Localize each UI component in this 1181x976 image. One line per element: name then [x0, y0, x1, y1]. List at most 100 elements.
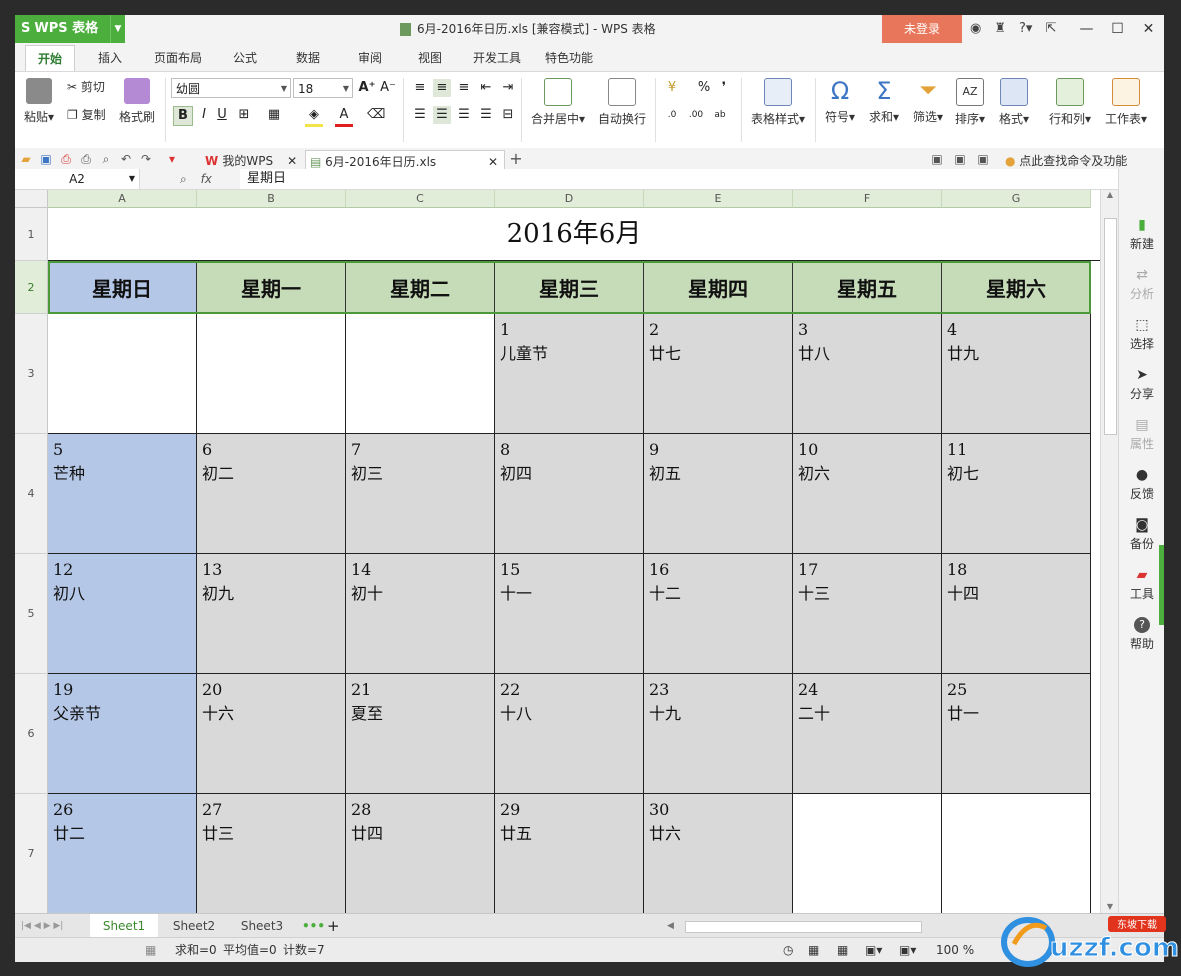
- fx-button[interactable]: fx: [201, 172, 212, 186]
- column-header-a[interactable]: A: [48, 190, 197, 208]
- chevron-down-icon[interactable]: ▼: [129, 169, 135, 189]
- tab-data[interactable]: 数据: [283, 45, 333, 71]
- calendar-day-cell[interactable]: 6 初二: [197, 434, 346, 554]
- formula-input[interactable]: 星期日: [247, 169, 286, 189]
- row-header-7[interactable]: 7: [15, 794, 48, 913]
- sidebar-item-tools[interactable]: ▰ 工具: [1119, 567, 1164, 602]
- format-painter-button[interactable]: 格式刷: [117, 76, 157, 125]
- calendar-day-cell[interactable]: 12 初八: [48, 554, 197, 674]
- tab-formula[interactable]: 公式: [220, 45, 270, 71]
- calendar-day-cell[interactable]: 28 廿四: [346, 794, 495, 913]
- save-icon[interactable]: ▣: [39, 152, 53, 166]
- align-left-icon[interactable]: ☰: [411, 106, 429, 124]
- calendar-day-cell[interactable]: [793, 794, 942, 913]
- calendar-day-cell[interactable]: [48, 314, 197, 434]
- calendar-day-cell[interactable]: 22 十八: [495, 674, 644, 794]
- scroll-thumb[interactable]: [1104, 218, 1117, 435]
- calendar-day-cell[interactable]: 26 廿二: [48, 794, 197, 913]
- italic-button[interactable]: I: [195, 106, 213, 124]
- cell-border-icon[interactable]: ▦: [265, 106, 283, 124]
- open-folder-icon[interactable]: ▰: [19, 152, 33, 166]
- new-tab-icon[interactable]: +: [509, 151, 523, 167]
- shirt-icon[interactable]: ♜: [994, 15, 1006, 43]
- wrap-text-button[interactable]: 自动换行: [595, 76, 649, 127]
- weekday-cell[interactable]: 星期二: [346, 261, 495, 314]
- percent-icon[interactable]: %: [695, 79, 713, 97]
- maximize-button[interactable]: ☐: [1102, 15, 1133, 43]
- weekday-cell[interactable]: 星期一: [197, 261, 346, 314]
- symbol-button[interactable]: Ω 符号▾: [823, 76, 857, 125]
- history-icon[interactable]: ◷: [783, 938, 793, 962]
- calendar-day-cell[interactable]: 24 二十: [793, 674, 942, 794]
- customize-icon[interactable]: ▾: [165, 152, 179, 166]
- row-header-4[interactable]: 4: [15, 434, 48, 554]
- close-button[interactable]: ✕: [1133, 15, 1164, 43]
- pdf-icon[interactable]: ⎙: [59, 152, 73, 166]
- calendar-day-cell[interactable]: 18 十四: [942, 554, 1091, 674]
- app-menu-button[interactable]: S WPS 表格 ▼: [15, 15, 125, 43]
- calendar-day-cell[interactable]: 1 儿童节: [495, 314, 644, 434]
- panel-icon[interactable]: ▣: [953, 152, 967, 166]
- undo-icon[interactable]: ↶: [119, 152, 133, 166]
- underline-button[interactable]: U: [213, 106, 231, 124]
- decrease-decimal-icon[interactable]: .00: [687, 106, 705, 124]
- sheet-tab-2[interactable]: Sheet2: [160, 914, 228, 938]
- align-bottom-icon[interactable]: ≡: [455, 79, 473, 97]
- more-sheets-icon[interactable]: •••: [302, 914, 325, 938]
- sidebar-collapse-handle[interactable]: [1159, 545, 1164, 625]
- sheet-nav-icon[interactable]: |◀ ◀ ▶ ▶|: [21, 914, 63, 938]
- align-middle-icon[interactable]: ≡: [433, 79, 451, 97]
- calendar-day-cell[interactable]: 27 廿三: [197, 794, 346, 913]
- distribute-icon[interactable]: ⊟: [499, 106, 517, 124]
- column-header-f[interactable]: F: [793, 190, 942, 208]
- column-header-b[interactable]: B: [197, 190, 346, 208]
- worksheet-button[interactable]: 工作表▾: [1103, 76, 1149, 127]
- row-header-5[interactable]: 5: [15, 554, 48, 674]
- calendar-day-cell[interactable]: 25 廿一: [942, 674, 1091, 794]
- tab-insert[interactable]: 插入: [85, 45, 135, 71]
- calendar-day-cell[interactable]: 8 初四: [495, 434, 644, 554]
- weekday-cell[interactable]: 星期四: [644, 261, 793, 314]
- calendar-title[interactable]: 2016年6月: [48, 208, 1100, 261]
- table-style-button[interactable]: 表格样式▾: [747, 76, 809, 127]
- normal-view-icon[interactable]: ▦: [808, 938, 819, 962]
- scroll-left-icon[interactable]: ◀: [667, 914, 674, 938]
- font-color-icon[interactable]: A: [335, 106, 353, 127]
- page-layout-view-icon[interactable]: ▣▾: [865, 938, 882, 962]
- sheet-tab-1[interactable]: Sheet1: [90, 914, 158, 938]
- column-header-g[interactable]: G: [942, 190, 1091, 208]
- scroll-up-icon[interactable]: ▲: [1101, 190, 1119, 199]
- zoom-search-icon[interactable]: ⌕: [180, 172, 187, 186]
- align-top-icon[interactable]: ≡: [411, 79, 429, 97]
- calendar-day-cell[interactable]: [942, 794, 1091, 913]
- calendar-day-cell[interactable]: 3 廿八: [793, 314, 942, 434]
- row-header-6[interactable]: 6: [15, 674, 48, 794]
- zoom-level[interactable]: 100 %: [936, 938, 974, 962]
- calendar-day-cell[interactable]: 7 初三: [346, 434, 495, 554]
- cut-button[interactable]: ✂ 剪切: [67, 78, 105, 95]
- weekday-cell[interactable]: 星期六: [942, 261, 1091, 314]
- align-center-icon[interactable]: ☰: [433, 106, 451, 124]
- sidebar-item-feedback[interactable]: ● 反馈: [1119, 467, 1164, 502]
- sidebar-item-share[interactable]: ➤ 分享: [1119, 367, 1164, 402]
- horizontal-scrollbar[interactable]: [685, 921, 922, 933]
- close-icon[interactable]: ✕: [287, 154, 297, 168]
- align-right-icon[interactable]: ☰: [455, 106, 473, 124]
- format-button[interactable]: 格式▾: [997, 76, 1031, 127]
- calendar-day-cell[interactable]: 4 廿九: [942, 314, 1091, 434]
- row-col-button[interactable]: 行和列▾: [1047, 76, 1093, 127]
- minimize-button[interactable]: —: [1071, 15, 1102, 43]
- vertical-scrollbar[interactable]: ▲ ▼: [1100, 190, 1119, 913]
- tab-page-layout[interactable]: 页面布局: [143, 45, 213, 71]
- page-break-view-icon[interactable]: ▦: [837, 938, 848, 962]
- sidebar-item-backup[interactable]: ◙ 备份: [1119, 517, 1164, 552]
- row-header-2[interactable]: 2: [15, 261, 48, 314]
- select-all-corner[interactable]: [15, 190, 48, 208]
- number-format-icon[interactable]: ab: [711, 106, 729, 124]
- tab-review[interactable]: 审阅: [345, 45, 395, 71]
- spreadsheet-grid[interactable]: ABCDEFG 1234567 2016年6月 星期日 星期一 星期二 星期三 星期四星…: [15, 190, 1100, 913]
- calendar-day-cell[interactable]: 23 十九: [644, 674, 793, 794]
- indent-decrease-icon[interactable]: ⇤: [477, 79, 495, 97]
- calendar-day-cell[interactable]: 9 初五: [644, 434, 793, 554]
- skin-icon[interactable]: ◉: [970, 15, 981, 43]
